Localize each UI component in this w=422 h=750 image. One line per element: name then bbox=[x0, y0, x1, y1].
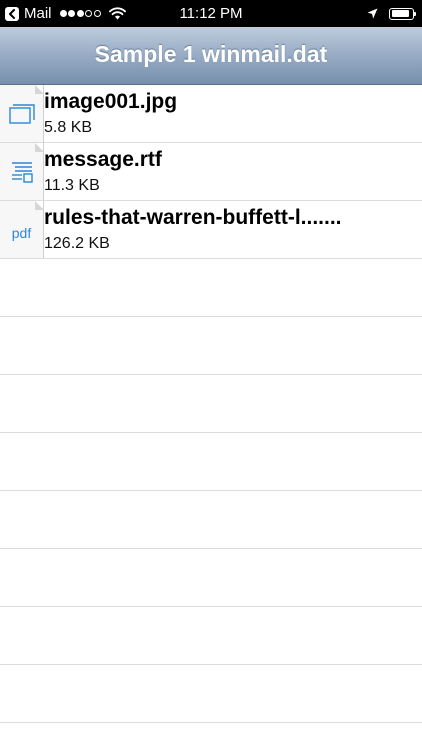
status-right bbox=[367, 0, 416, 27]
file-name: rules-that-warren-buffett-l....... bbox=[44, 206, 342, 229]
empty-row bbox=[0, 665, 422, 723]
file-row[interactable]: message.rtf 11.3 KB bbox=[0, 143, 422, 201]
file-row[interactable]: image001.jpg 5.8 KB bbox=[0, 85, 422, 143]
image-file-icon bbox=[0, 85, 44, 142]
empty-row bbox=[0, 259, 422, 317]
status-time: 11:12 PM bbox=[179, 5, 243, 22]
file-size: 11.3 KB bbox=[44, 177, 100, 194]
battery-level-fill bbox=[391, 10, 410, 17]
file-size: 5.8 KB bbox=[44, 119, 93, 136]
document-lines-icon bbox=[11, 161, 33, 183]
empty-row bbox=[0, 433, 422, 491]
pdf-icon: pdf bbox=[11, 224, 32, 241]
pdf-file-icon: pdf bbox=[0, 201, 44, 258]
file-list: image001.jpg 5.8 KB message.rtf 11.3 KB … bbox=[0, 85, 422, 723]
navigation-bar: Sample 1 winmail.dat bbox=[0, 27, 422, 85]
file-row[interactable]: pdf rules-that-warren-buffett-l....... 1… bbox=[0, 201, 422, 259]
empty-row bbox=[0, 549, 422, 607]
empty-row bbox=[0, 607, 422, 665]
status-bar: Mail 11:12 PM bbox=[0, 0, 422, 27]
battery-icon bbox=[389, 7, 416, 20]
file-name: message.rtf bbox=[44, 148, 162, 171]
empty-row bbox=[0, 317, 422, 375]
rtf-file-icon bbox=[0, 143, 44, 200]
image-icon bbox=[8, 103, 35, 124]
battery-cap bbox=[414, 11, 416, 16]
location-arrow-icon bbox=[367, 8, 378, 19]
file-size: 126.2 KB bbox=[44, 235, 110, 252]
empty-row bbox=[0, 491, 422, 549]
empty-row bbox=[0, 375, 422, 433]
page-title: Sample 1 winmail.dat bbox=[94, 41, 328, 67]
file-name: image001.jpg bbox=[44, 90, 178, 113]
